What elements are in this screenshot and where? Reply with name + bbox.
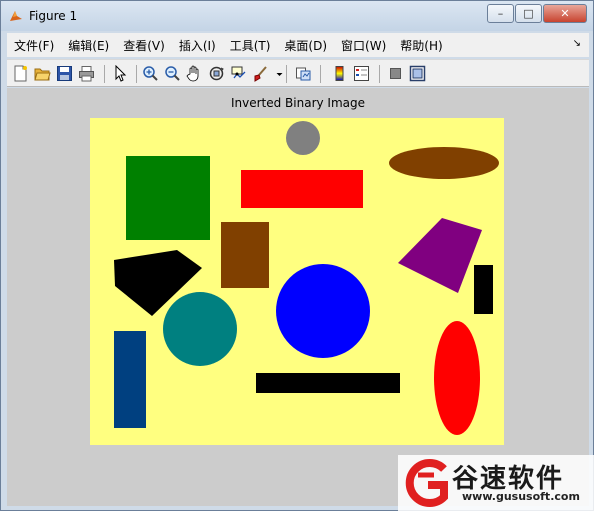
minimize-button[interactable]: – (487, 4, 514, 23)
black-small-rect (474, 265, 493, 314)
menu-help[interactable]: 帮助(H) (393, 37, 449, 54)
image-axes[interactable] (90, 118, 504, 445)
toolbar-separator (136, 65, 137, 83)
plot-title: Inverted Binary Image (230, 96, 366, 110)
dock-arrow-icon[interactable]: ↘ (573, 38, 581, 49)
figure-toolbar (7, 59, 589, 87)
pointer-icon[interactable] (112, 65, 129, 82)
red-rectangle (241, 170, 363, 208)
menu-edit[interactable]: 编辑(E) (61, 37, 116, 54)
save-icon[interactable] (56, 65, 73, 82)
green-square (126, 156, 210, 240)
toolbar-separator (104, 65, 105, 83)
close-button[interactable]: ✕ (543, 4, 587, 23)
figure-window: Figure 1 – □ ✕ 文件(F) 编辑(E) 查看(V) 插入(I) 工… (0, 0, 594, 511)
pan-hand-icon[interactable] (186, 65, 203, 82)
toolbar-separator (379, 65, 380, 83)
title-bar[interactable]: Figure 1 – □ ✕ (1, 1, 593, 31)
teal-circle (163, 292, 237, 366)
show-plot-tools-icon[interactable] (409, 65, 426, 82)
brush-dropdown-icon[interactable] (271, 65, 283, 82)
brown-rectangle (221, 222, 269, 288)
matlab-icon (10, 11, 22, 21)
toolbar-separator (320, 65, 321, 83)
zoom-out-icon[interactable] (164, 65, 181, 82)
menu-desktop[interactable]: 桌面(D) (277, 37, 334, 54)
data-cursor-icon[interactable] (230, 65, 247, 82)
hide-plot-tools-icon[interactable] (387, 65, 404, 82)
print-icon[interactable] (78, 65, 95, 82)
window-title: Figure 1 (29, 9, 78, 23)
colorbar-icon[interactable] (331, 65, 348, 82)
menu-window[interactable]: 窗口(W) (334, 37, 393, 54)
brown-ellipse (389, 147, 499, 179)
menu-tools[interactable]: 工具(T) (223, 37, 278, 54)
menu-insert[interactable]: 插入(I) (172, 37, 223, 54)
gray-circle (286, 121, 320, 155)
rotate-3d-icon[interactable] (208, 65, 225, 82)
blue-circle (276, 264, 370, 358)
zoom-in-icon[interactable] (142, 65, 159, 82)
window-controls: – □ ✕ (487, 4, 587, 23)
menu-view[interactable]: 查看(V) (116, 37, 172, 54)
link-plot-icon[interactable] (295, 65, 312, 82)
brush-icon[interactable] (252, 65, 269, 82)
red-ellipse (434, 321, 480, 435)
maximize-button[interactable]: □ (515, 4, 542, 23)
legend-icon[interactable] (353, 65, 370, 82)
watermark-url: www.gususoft.com (462, 490, 580, 503)
menu-bar: 文件(F) 编辑(E) 查看(V) 插入(I) 工具(T) 桌面(D) 窗口(W… (7, 33, 589, 57)
black-bar (256, 373, 400, 393)
open-file-icon[interactable] (34, 65, 51, 82)
navy-bar (114, 331, 146, 428)
menu-file[interactable]: 文件(F) (7, 37, 61, 54)
figure-canvas[interactable]: Inverted Binary Image (7, 88, 589, 506)
toolbar-separator (286, 65, 287, 83)
new-figure-icon[interactable] (12, 65, 29, 82)
